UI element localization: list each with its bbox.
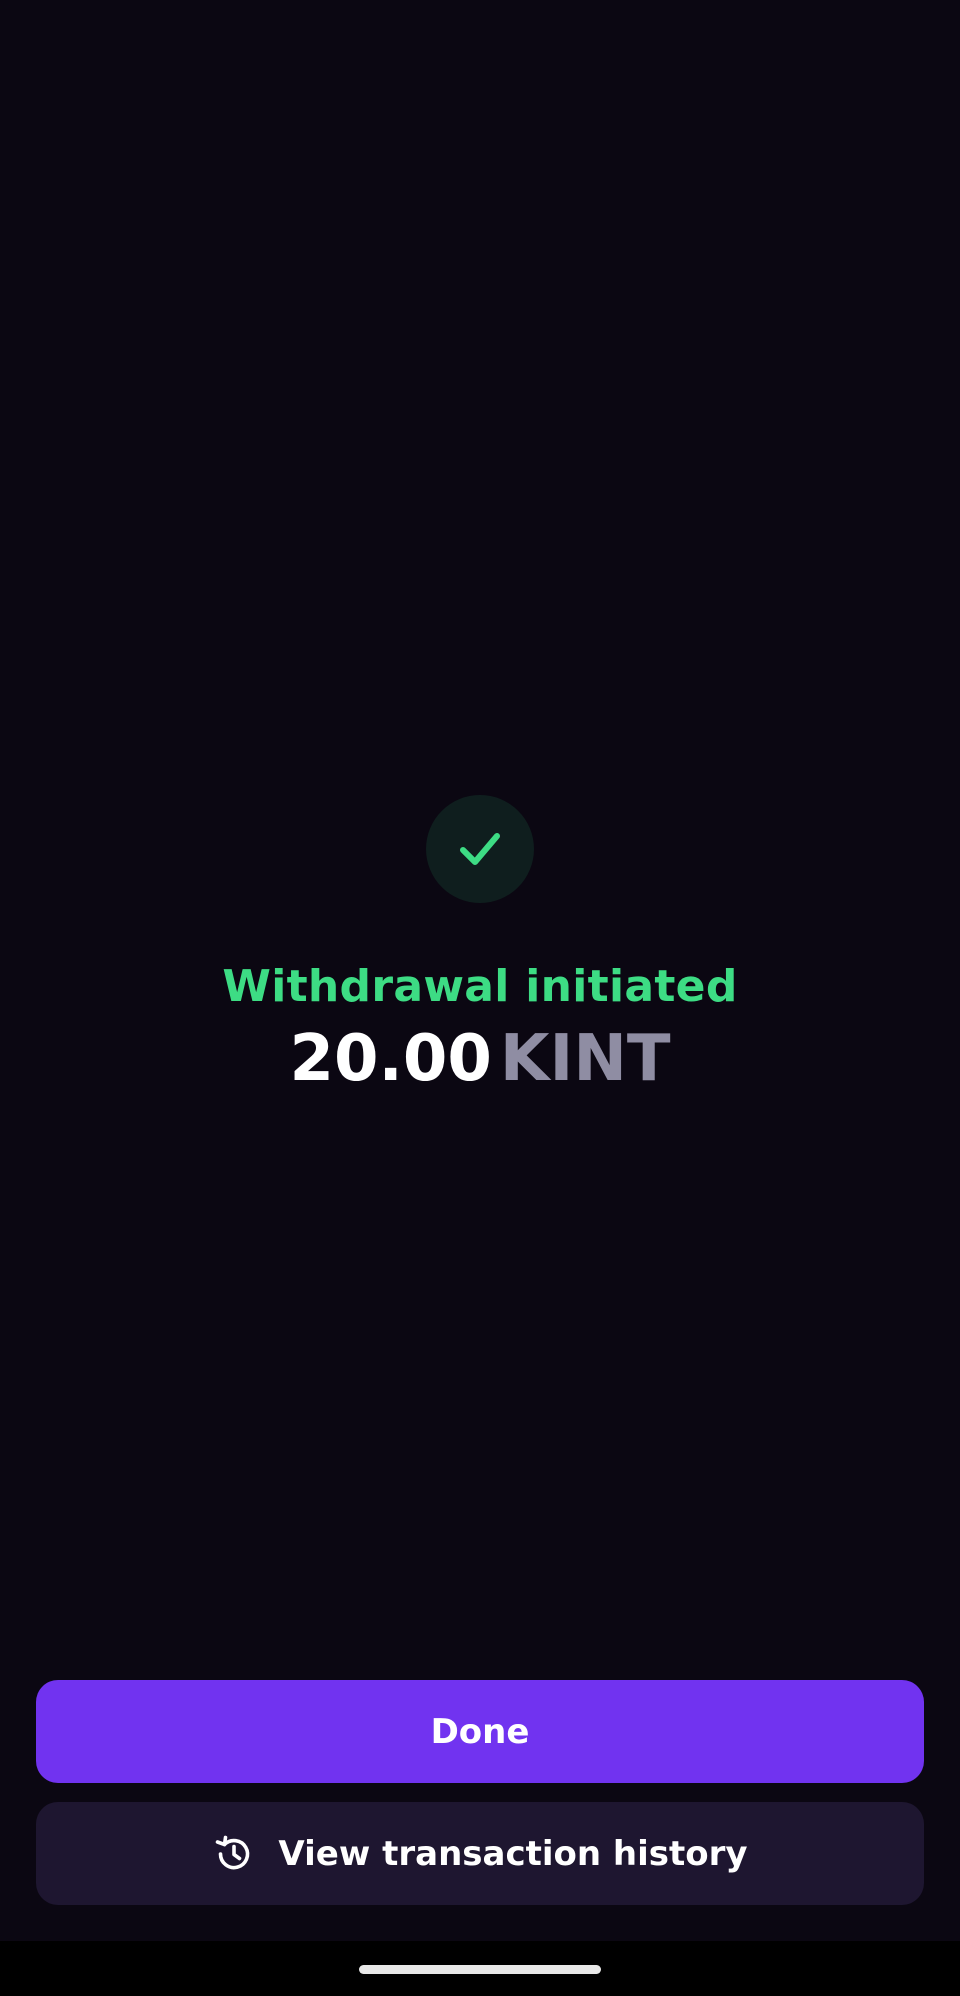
view-transaction-history-button[interactable]: View transaction history	[36, 1802, 924, 1905]
history-icon	[216, 1835, 250, 1869]
view-transaction-history-label: View transaction history	[278, 1833, 748, 1874]
success-badge	[426, 795, 534, 903]
withdrawal-status: Withdrawal initiated 20.00 KINT	[0, 795, 960, 1097]
withdrawal-success-screen: Withdrawal initiated 20.00 KINT Done Vie…	[0, 0, 960, 1996]
amount-unit: KINT	[499, 1022, 671, 1096]
status-title: Withdrawal initiated	[222, 961, 738, 1012]
checkmark-icon	[460, 833, 500, 865]
done-button-label: Done	[430, 1711, 530, 1752]
done-button[interactable]: Done	[36, 1680, 924, 1783]
amount-value: 20.00	[289, 1022, 492, 1096]
home-indicator[interactable]	[359, 1965, 601, 1974]
amount-display: 20.00 KINT	[289, 1021, 670, 1097]
